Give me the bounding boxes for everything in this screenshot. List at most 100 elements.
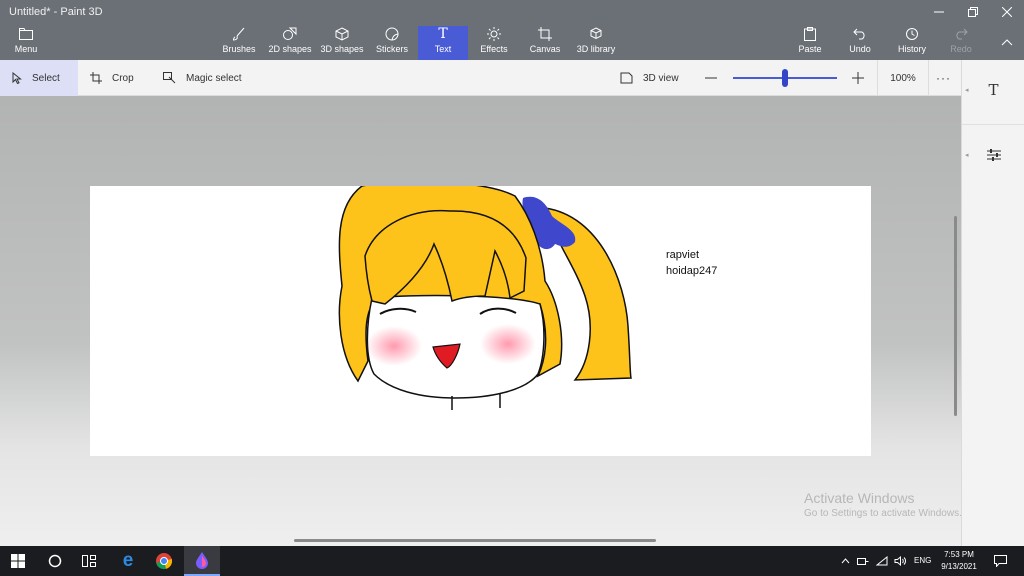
zoom-in-button[interactable] <box>852 60 864 96</box>
magic-select-tool[interactable]: Magic select <box>163 60 242 96</box>
minimize-icon <box>934 11 944 13</box>
side-text-tool[interactable]: ◂ T <box>962 60 1024 120</box>
3d-view-label: 3D view <box>643 72 679 84</box>
crop-label: Crop <box>112 72 134 84</box>
collapse-ribbon-button[interactable] <box>990 30 1024 54</box>
zoom-slider-thumb[interactable] <box>782 69 788 87</box>
taskbar-chrome[interactable] <box>146 546 182 576</box>
restore-icon <box>968 7 978 17</box>
action-center-button[interactable] <box>988 546 1012 576</box>
tab-effects[interactable]: Effects <box>474 26 514 60</box>
zoom-out-button[interactable] <box>705 60 717 96</box>
cursor-icon <box>12 72 22 84</box>
watermark-title: Activate Windows <box>804 490 915 506</box>
clock-time: 7:53 PM <box>944 550 974 559</box>
close-icon <box>1002 7 1012 17</box>
tab-canvas[interactable]: Canvas <box>524 26 566 60</box>
close-button[interactable] <box>990 0 1024 24</box>
tab-stickers-label: Stickers <box>375 44 408 54</box>
canvas-text-line-2: hoidap247 <box>666 265 718 277</box>
clock-date: 9/13/2021 <box>941 562 977 571</box>
folder-icon <box>19 26 33 42</box>
activate-windows-watermark: Activate Windows Go to Settings to activ… <box>804 490 962 519</box>
brush-icon <box>232 26 246 42</box>
library-icon <box>589 26 603 42</box>
restore-button[interactable] <box>956 0 990 24</box>
more-options-button[interactable]: ··· <box>936 60 951 96</box>
ribbon: Untitled* - Paint 3D Menu Brushes 2D sha… <box>0 0 1024 60</box>
undo-label: Undo <box>849 44 871 54</box>
crop-icon <box>90 72 102 84</box>
chrome-icon <box>156 553 173 570</box>
select-label: Select <box>32 72 60 84</box>
canvas-icon <box>538 26 552 42</box>
canvas-text-box[interactable]: rapviet hoidap247 <box>666 247 717 279</box>
tab-3d-shapes[interactable]: 3D shapes <box>318 26 366 60</box>
select-tool[interactable]: Select <box>0 60 78 96</box>
chevron-up-icon <box>841 558 849 564</box>
wifi-tray[interactable] <box>874 546 890 576</box>
tab-canvas-label: Canvas <box>529 44 561 54</box>
tab-effects-label: Effects <box>480 44 508 54</box>
menu-label: Menu <box>14 44 38 54</box>
paste-icon <box>804 26 816 42</box>
anime-girl-drawing <box>338 186 632 410</box>
tab-stickers[interactable]: Stickers <box>372 26 412 60</box>
side-panel: ◂ T ◂ <box>961 60 1024 546</box>
redo-icon <box>954 26 968 42</box>
notification-icon <box>993 555 1007 567</box>
tab-brushes[interactable]: Brushes <box>218 26 260 60</box>
chevron-left-icon: ◂ <box>965 151 969 159</box>
tab-text-label: Text <box>434 44 452 54</box>
tab-2d-shapes[interactable]: 2D shapes <box>266 26 314 60</box>
redo-label: Redo <box>950 44 972 54</box>
network-tray[interactable] <box>855 546 871 576</box>
cube-icon <box>335 26 349 42</box>
taskbar-paint3d[interactable] <box>184 546 220 576</box>
tab-text[interactable]: T Text <box>418 26 468 60</box>
sliders-icon <box>986 148 1001 161</box>
language-indicator[interactable]: ENG <box>914 556 931 565</box>
undo-button[interactable]: Undo <box>844 26 876 60</box>
text-icon: T <box>988 81 999 99</box>
chevron-left-icon: ◂ <box>965 87 969 94</box>
task-view-icon <box>82 555 96 567</box>
plus-icon <box>852 72 864 84</box>
view-3d-icon <box>620 72 633 84</box>
search-button[interactable] <box>38 546 72 576</box>
workspace: rapviet hoidap247 Activate Windows Go to… <box>0 96 962 546</box>
paint3d-icon <box>196 552 208 569</box>
right-blush <box>480 324 536 364</box>
tab-2d-shapes-label: 2D shapes <box>268 44 312 54</box>
side-settings-tool[interactable]: ◂ <box>962 124 1024 184</box>
tab-brushes-label: Brushes <box>222 44 256 54</box>
history-button[interactable]: History <box>892 26 932 60</box>
redo-button[interactable]: Redo <box>946 26 976 60</box>
history-icon <box>905 26 919 42</box>
clock[interactable]: 7:53 PM 9/13/2021 <box>934 549 984 573</box>
zoom-percent[interactable]: 100% <box>877 60 929 96</box>
tab-3d-library[interactable]: 3D library <box>574 26 618 60</box>
horizontal-scrollbar[interactable] <box>294 539 656 542</box>
3d-view-toggle[interactable]: 3D view <box>620 60 679 96</box>
paste-label: Paste <box>798 44 822 54</box>
taskbar-edge[interactable]: e <box>110 546 146 576</box>
crop-tool[interactable]: Crop <box>90 60 134 96</box>
left-blush <box>366 326 422 366</box>
paste-button[interactable]: Paste <box>792 26 828 60</box>
text-icon: T <box>438 26 448 42</box>
window-title: Untitled* - Paint 3D <box>9 6 103 18</box>
drawing-canvas[interactable]: rapviet hoidap247 <box>90 186 871 456</box>
more-icon: ··· <box>936 71 951 85</box>
tab-3d-library-label: 3D library <box>576 44 616 54</box>
show-hidden-icons[interactable] <box>838 546 852 576</box>
menu-button[interactable]: Menu <box>6 26 46 60</box>
minimize-button[interactable] <box>922 0 956 24</box>
volume-tray[interactable] <box>892 546 908 576</box>
shapes-2d-icon <box>283 26 297 42</box>
start-button[interactable] <box>0 546 36 576</box>
watermark-subtitle: Go to Settings to activate Windows. <box>804 508 962 519</box>
vertical-scrollbar[interactable] <box>954 216 957 416</box>
task-view-button[interactable] <box>72 546 106 576</box>
wifi-icon <box>876 556 888 566</box>
